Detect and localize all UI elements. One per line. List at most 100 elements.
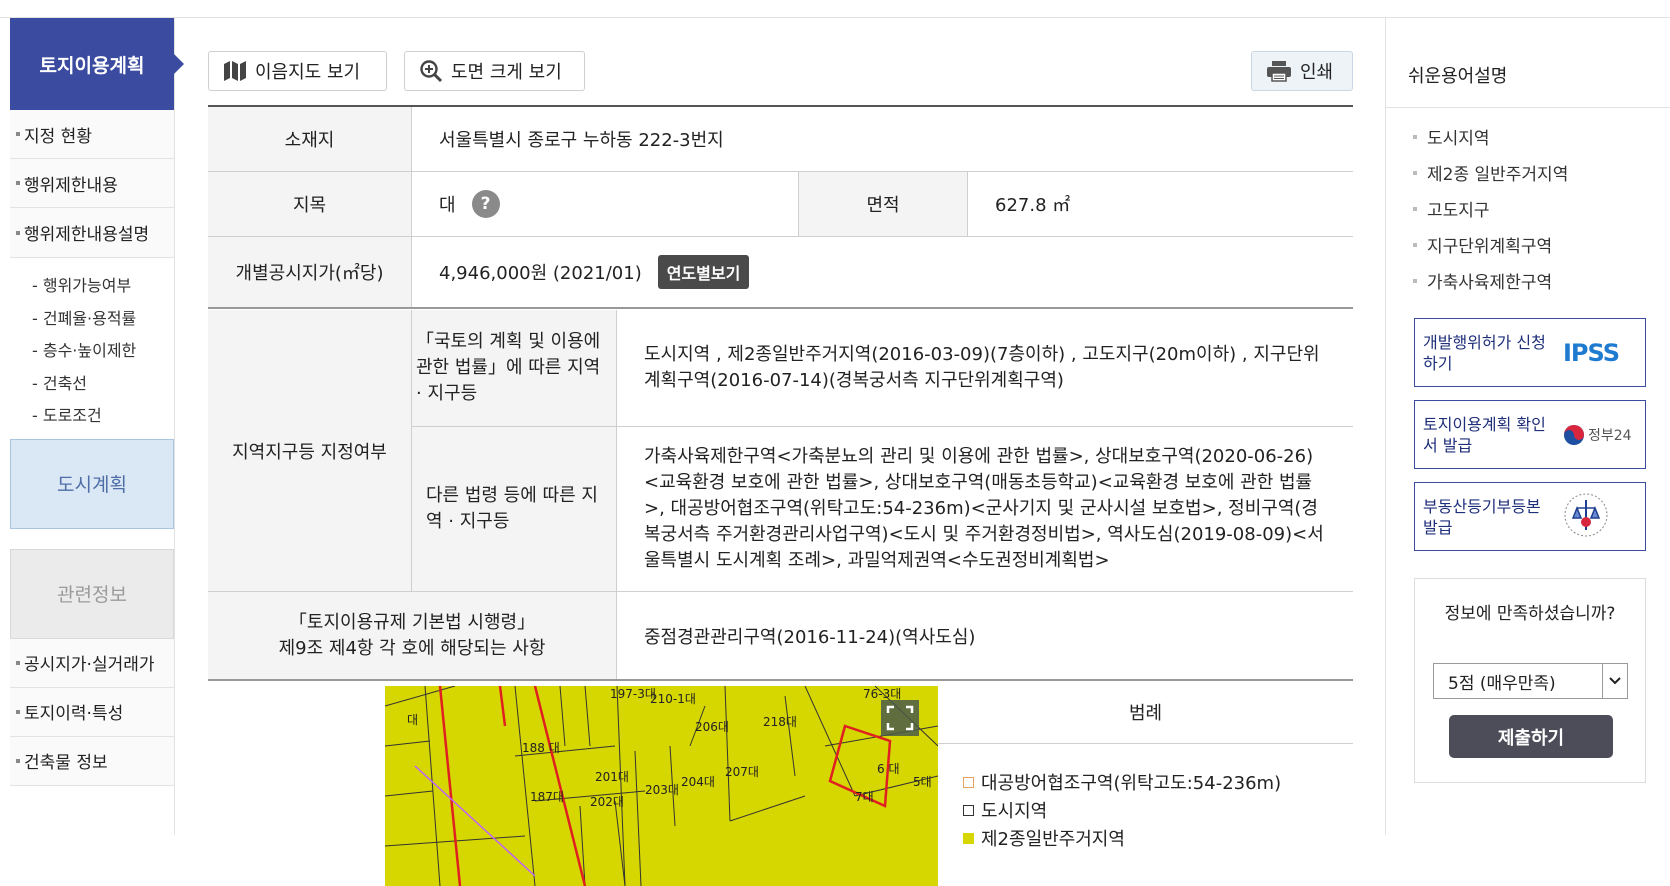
term-residential-zone[interactable]: 제2종 일반주거지역: [1413, 160, 1568, 185]
term-district-unit-plan[interactable]: 지구단위계획구역: [1413, 232, 1552, 257]
map-parcel-label: 7대: [855, 790, 874, 804]
ipss-logo-icon: IPSS: [1563, 338, 1620, 367]
print-button[interactable]: 인쇄: [1251, 51, 1353, 91]
bullet-icon: [16, 660, 20, 665]
printer-icon: [1267, 61, 1291, 82]
gov24-label: 정부24: [1588, 427, 1632, 444]
court-emblem-icon: [1563, 492, 1609, 542]
bullet-icon: [16, 758, 20, 763]
sidebar-item-label: 공시지가·실거래가: [24, 655, 155, 675]
map-view-button[interactable]: 이음지도 보기: [208, 51, 387, 91]
term-height-district[interactable]: 고도지구: [1413, 196, 1490, 221]
map-parcel-label: 207대: [725, 765, 759, 779]
map-parcel-label: 187대: [530, 790, 564, 804]
map-parcel-label: 76-3대: [863, 687, 901, 701]
gov24-logo-icon: 정부24: [1563, 424, 1632, 446]
term-label: 가축사육제한구역: [1427, 273, 1553, 293]
law2-value: 가축사육제한구역<가축분뇨의 관리 및 이용에 관한 법률>, 상대보호구역(2…: [644, 446, 1324, 571]
legend-swatch: [963, 804, 974, 816]
sidebar-item-building-info[interactable]: 건축물 정보: [10, 736, 174, 786]
land-category-cell: 대 ?: [412, 172, 798, 236]
bullet-icon: [16, 709, 20, 714]
map-icon: [224, 61, 246, 81]
term-urban-area[interactable]: 도시지역: [1413, 124, 1490, 149]
legend-item-urban-area: 도시지역: [963, 797, 1047, 823]
legend-title: 범례: [938, 681, 1353, 744]
satisfaction-survey: 정보에 만족하셨습니까? 5점 (매우만족) 제출하기: [1414, 578, 1646, 783]
zoom-view-label: 도면 크게 보기: [451, 62, 562, 83]
fullscreen-icon: [881, 700, 919, 736]
sidebar-item-land-price[interactable]: 공시지가·실거래가: [10, 638, 174, 688]
legend-label: 도시지역: [981, 801, 1048, 822]
sidebar-item-label: 건축물 정보: [24, 753, 108, 773]
price-by-year-button[interactable]: 연도별보기: [657, 255, 750, 289]
survey-question: 정보에 만족하셨습니까?: [1444, 604, 1616, 624]
table-row-zoning: 지역지구등 지정여부 「국토의 계획 및 이용에 관한 법률」에 따른 지역 ·…: [208, 310, 1353, 592]
bullet-icon: [16, 181, 20, 185]
legend-label: 대공방어협조구역(위탁고도:54-236m): [981, 773, 1282, 794]
survey-submit-button[interactable]: 제출하기: [1449, 715, 1613, 758]
table-row-price: 개별공시지가(㎡당) 4,946,000원 (2021/01) 연도별보기: [208, 237, 1353, 309]
service-label: 토지이용계획 확인서 발급: [1423, 414, 1546, 455]
sidebar-header-land-use-plan[interactable]: 토지이용계획: [10, 18, 184, 110]
magnifier-plus-icon: [420, 60, 443, 83]
table-row-map: 197-3대 210-1대 76-3대 218대 188 대 201대 203대…: [208, 681, 1353, 886]
map-parcel-label: 210-1대: [650, 692, 696, 706]
bullet-icon: [16, 132, 20, 136]
sidebar-subitem-height-limit[interactable]: - 층수·높이제한: [32, 335, 174, 368]
legend-swatch: [963, 832, 974, 844]
map-parcel-label: 201대: [595, 770, 629, 784]
sidebar-subitems: - 행위가능여부 - 건폐율·용적률 - 층수·높이제한 - 건축선 - 도로조…: [10, 257, 174, 439]
map-parcel-label: 대: [407, 713, 418, 727]
bullet-icon: [1413, 206, 1417, 211]
location-label: 소재지: [208, 107, 412, 171]
service-development-permit[interactable]: 개발행위허가 신청하기 IPSS: [1414, 318, 1646, 387]
sidebar-subitem-coverage-ratio[interactable]: - 건폐율·용적률: [32, 303, 174, 336]
zoom-view-button[interactable]: 도면 크게 보기: [404, 51, 585, 91]
legend-item-residential-zone: 제2종일반주거지역: [963, 825, 1125, 851]
legend-swatch: [963, 776, 974, 788]
glossary-divider: [1386, 107, 1670, 108]
map-parcel-label: 206대: [695, 720, 729, 734]
sidebar-item-land-history[interactable]: 토지이력·특성: [10, 687, 174, 737]
bullet-icon: [1413, 278, 1417, 283]
term-label: 지구단위계획구역: [1427, 237, 1553, 257]
sidebar-subitem-road-condition[interactable]: - 도로조건: [32, 400, 174, 433]
help-icon[interactable]: ?: [471, 190, 500, 218]
sidebar-item-restrictions[interactable]: 행위제한내용: [10, 159, 174, 208]
right-sidebar: 쉬운용어설명 도시지역 제2종 일반주거지역 고도지구 지구단위계획구역 가축사…: [1385, 18, 1670, 835]
sidebar-item-designation-status[interactable]: 지정 현황: [10, 110, 174, 159]
survey-score-select[interactable]: 5점 (매우만족): [1433, 663, 1628, 699]
sidebar-subitem-building-line[interactable]: - 건축선: [32, 368, 174, 401]
land-info-table: 소재지 서울특별시 종로구 누하동 222-3번지 지목 대 ? 면적 627.…: [208, 105, 1353, 886]
law1-label: 「국토의 계획 및 이용에 관한 법률」에 따른 지역 · 지구등: [412, 310, 617, 426]
sidebar-item-restriction-desc[interactable]: 행위제한내용설명: [10, 208, 174, 257]
land-category-value: 대: [439, 195, 456, 216]
service-registry-copy[interactable]: 부동산등기부등본 발급: [1414, 482, 1646, 551]
sidebar-city-plan[interactable]: 도시계획: [10, 438, 174, 529]
price-label: 개별공시지가(㎡당): [208, 237, 412, 307]
term-label: 고도지구: [1427, 201, 1490, 221]
service-land-use-certificate[interactable]: 토지이용계획 확인서 발급 정부24: [1414, 400, 1646, 469]
sidebar-subitem-permitted[interactable]: - 행위가능여부: [32, 270, 174, 303]
map-parcel-label: 204대: [681, 775, 715, 789]
chevron-down-icon: [1602, 664, 1627, 698]
basic-law-label-line1: 「토지이용규제 기본법 시행령」: [288, 611, 536, 633]
table-row-category-area: 지목 대 ? 면적 627.8 ㎡: [208, 172, 1353, 237]
map-drawing: 197-3대 210-1대 76-3대 218대 188 대 201대 203대…: [385, 686, 938, 886]
sidebar-item-label: 행위제한내용설명: [24, 225, 150, 245]
sidebar-related-info[interactable]: 관련정보: [10, 548, 174, 639]
law1-subrow: 「국토의 계획 및 이용에 관한 법률」에 따른 지역 · 지구등 도시지역 ,…: [412, 310, 1353, 427]
table-row-basic-law: 「토지이용규제 기본법 시행령」 제9조 제4항 각 호에 해당되는 사항 중점…: [208, 592, 1353, 681]
map-parcel-label: 218대: [763, 715, 797, 729]
term-livestock-restriction[interactable]: 가축사육제한구역: [1413, 268, 1552, 293]
area-label: 면적: [798, 172, 968, 236]
cadastral-map[interactable]: 197-3대 210-1대 76-3대 218대 188 대 201대 203대…: [385, 686, 938, 886]
sidebar-header-label: 토지이용계획: [39, 54, 145, 77]
service-label: 부동산등기부등본 발급: [1423, 496, 1541, 537]
survey-selected-value: 5점 (매우만족): [1448, 673, 1556, 694]
bullet-icon: [1413, 242, 1417, 247]
taeguk-icon: [1564, 424, 1584, 445]
law2-subrow: 다른 법령 등에 따른 지역 · 지구등 가축사육제한구역<가축분뇨의 관리 및…: [412, 427, 1353, 591]
area-value: 627.8 ㎡: [995, 195, 1071, 216]
